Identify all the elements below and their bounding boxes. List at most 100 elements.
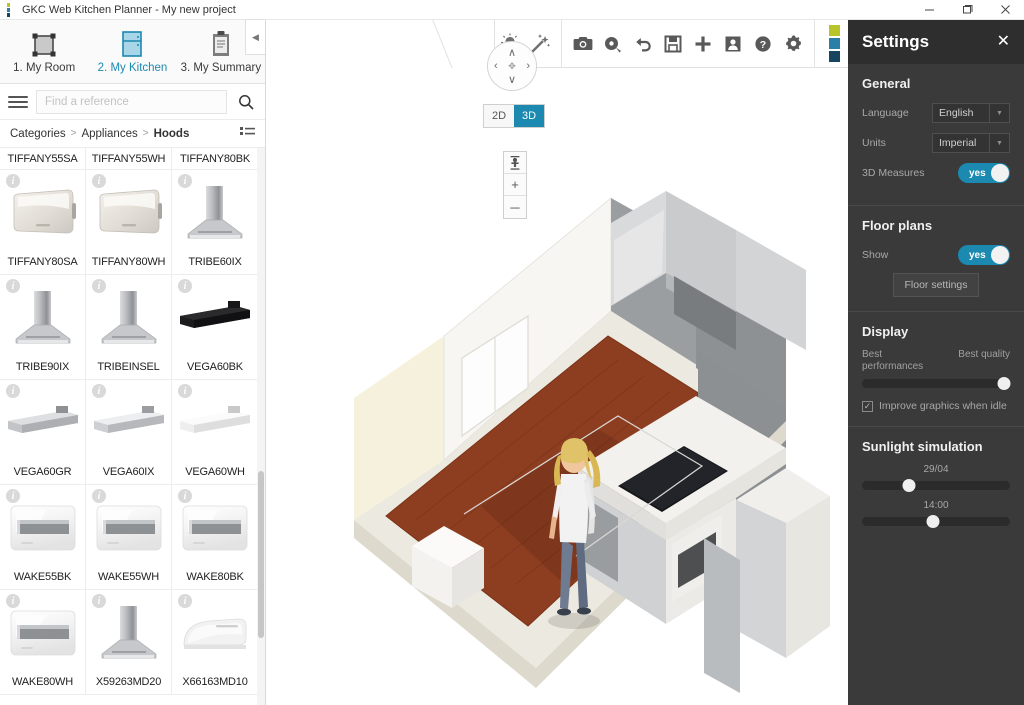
person-height-icon[interactable] (504, 152, 526, 174)
info-icon[interactable]: i (92, 384, 106, 398)
compass-center-icon[interactable]: ✥ (508, 61, 516, 72)
show-floorplan-toggle[interactable]: yes (958, 245, 1010, 265)
measures-3d-toggle[interactable]: yes (958, 163, 1010, 183)
product-name: TIFFANY80SA (8, 256, 78, 274)
color-swatch-3[interactable] (829, 51, 840, 62)
product-tile[interactable]: i TRIBE90IX (0, 275, 86, 380)
product-tile[interactable]: i VEGA60BK (172, 275, 258, 380)
breadcrumb-item-categories[interactable]: Categories (10, 128, 66, 140)
info-icon[interactable]: i (92, 594, 106, 608)
step-tab-my-room[interactable]: 1. My Room (0, 20, 88, 83)
product-tile[interactable]: TIFFANY80BK (172, 148, 258, 170)
product-tile[interactable]: i VEGA60GR (0, 380, 86, 485)
info-icon[interactable]: i (178, 489, 192, 503)
compass-left-icon[interactable]: ‹ (494, 60, 498, 72)
top-toolbar: ? (266, 20, 848, 68)
product-tile[interactable]: i WAKE80BK (172, 485, 258, 590)
gear-icon[interactable] (778, 27, 808, 61)
settings-close-icon[interactable]: ✕ (997, 34, 1010, 50)
search-input[interactable] (36, 90, 227, 114)
color-swatches[interactable] (829, 25, 840, 62)
slider-knob[interactable] (903, 479, 916, 492)
product-tile[interactable]: TIFFANY55SA (0, 148, 86, 170)
step-tab-label: 3. My Summary (181, 62, 262, 74)
breadcrumb-item-appliances[interactable]: Appliances (81, 128, 137, 140)
display-quality-slider[interactable] (862, 379, 1010, 388)
sunlight-time-block: 14:00 (862, 500, 1010, 526)
improve-graphics-checkbox-row[interactable]: ✓ Improve graphics when idle (862, 400, 1010, 412)
info-icon[interactable]: i (92, 279, 106, 293)
undo-icon[interactable] (628, 27, 658, 61)
step-tab-my-kitchen[interactable]: 2. My Kitchen (88, 20, 176, 83)
language-dropdown[interactable]: English ▼ (932, 103, 1010, 123)
product-name: TIFFANY80BK (180, 153, 250, 165)
info-icon[interactable]: i (6, 489, 20, 503)
scrollbar-thumb[interactable] (258, 471, 264, 638)
plus-icon[interactable] (688, 27, 718, 61)
product-name: WAKE80BK (186, 571, 243, 589)
contact-card-icon[interactable] (718, 27, 748, 61)
minimize-button[interactable] (910, 0, 948, 20)
collapse-sidebar-button[interactable]: ◀ (245, 19, 265, 55)
info-icon[interactable]: i (178, 174, 192, 188)
product-tile[interactable]: i WAKE55BK (0, 485, 86, 590)
units-label: Units (862, 137, 932, 149)
chevron-down-icon: ▼ (989, 134, 1009, 152)
hamburger-icon[interactable] (8, 96, 28, 108)
info-icon[interactable]: i (6, 594, 20, 608)
info-icon[interactable]: i (92, 174, 106, 188)
maximize-button[interactable] (948, 0, 986, 20)
product-grid-scrollbar[interactable] (257, 148, 265, 705)
measure-tape-icon[interactable] (598, 27, 628, 61)
save-icon[interactable] (658, 27, 688, 61)
help-icon[interactable]: ? (748, 27, 778, 61)
info-icon[interactable]: i (178, 594, 192, 608)
room-square-icon (31, 30, 57, 58)
3d-viewport[interactable] (266, 68, 848, 705)
product-tile[interactable]: i X66163MD10 (172, 590, 258, 695)
info-icon[interactable]: i (92, 489, 106, 503)
breadcrumb-item-hoods: Hoods (154, 128, 190, 140)
product-tile[interactable]: TIFFANY55WH (86, 148, 172, 170)
search-icon[interactable] (235, 94, 257, 110)
compass-right-icon[interactable]: › (526, 60, 530, 72)
checkbox-icon[interactable]: ✓ (862, 401, 873, 412)
sunlight-date-block: 29/04 (862, 464, 1010, 490)
list-view-icon[interactable] (240, 126, 255, 142)
slider-knob[interactable] (927, 515, 940, 528)
units-dropdown[interactable]: Imperial ▼ (932, 133, 1010, 153)
step-tab-label: 2. My Kitchen (98, 62, 168, 74)
zoom-out-button[interactable]: ─ (504, 196, 526, 218)
navigation-compass[interactable]: ∧ ∨ ‹ › ✥ (487, 41, 537, 91)
product-tile[interactable]: i TIFFANY80WH (86, 170, 172, 275)
setting-row-3d-measures: 3D Measures yes (862, 161, 1010, 185)
product-tile[interactable]: i TRIBE60IX (172, 170, 258, 275)
floor-settings-button[interactable]: Floor settings (893, 273, 978, 297)
product-tile[interactable]: i WAKE55WH (86, 485, 172, 590)
view-mode-2d[interactable]: 2D (484, 105, 514, 127)
sunlight-time-slider[interactable] (862, 517, 1010, 526)
info-icon[interactable]: i (178, 384, 192, 398)
product-tile[interactable]: i X59263MD20 (86, 590, 172, 695)
left-sidebar: 1. My Room 2. My Kitchen (0, 20, 266, 705)
info-icon[interactable]: i (178, 279, 192, 293)
slider-knob[interactable] (998, 377, 1011, 390)
color-swatch-1[interactable] (829, 25, 840, 36)
color-swatch-2[interactable] (829, 38, 840, 49)
product-tile[interactable]: i VEGA60WH (172, 380, 258, 485)
info-icon[interactable]: i (6, 174, 20, 188)
sunlight-date-slider[interactable] (862, 481, 1010, 490)
zoom-in-button[interactable]: + (504, 174, 526, 196)
camera-icon[interactable] (568, 27, 598, 61)
compass-down-icon[interactable]: ∨ (508, 73, 516, 86)
product-tile[interactable]: i VEGA60IX (86, 380, 172, 485)
product-tile[interactable]: i TIFFANY80SA (0, 170, 86, 275)
collapse-arrow-icon: ◀ (252, 32, 259, 43)
compass-up-icon[interactable]: ∧ (508, 46, 516, 59)
product-tile[interactable]: i WAKE80WH (0, 590, 86, 695)
view-mode-3d[interactable]: 3D (514, 105, 544, 127)
close-button[interactable] (986, 0, 1024, 20)
product-tile[interactable]: i TRIBEINSEL (86, 275, 172, 380)
info-icon[interactable]: i (6, 384, 20, 398)
info-icon[interactable]: i (6, 279, 20, 293)
